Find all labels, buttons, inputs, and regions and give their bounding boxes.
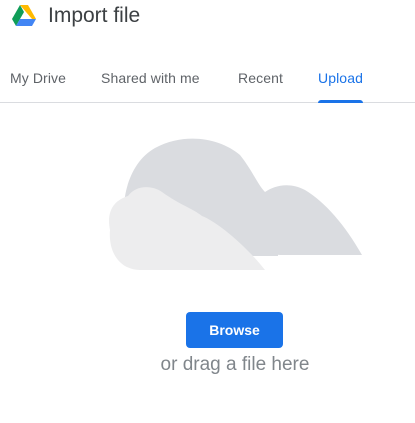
source-tabs: My Drive Shared with me Recent Upload <box>0 56 415 103</box>
tab-label: My Drive <box>10 70 67 86</box>
tab-label: Shared with me <box>101 70 200 86</box>
browse-button[interactable]: Browse <box>186 312 283 348</box>
tab-label: Upload <box>318 70 363 86</box>
google-drive-logo-icon <box>12 5 36 27</box>
tab-upload[interactable]: Upload <box>318 56 363 103</box>
tab-my-drive[interactable]: My Drive <box>10 56 66 102</box>
cloud-illustration-icon <box>100 130 365 275</box>
drag-file-hint: or drag a file here <box>160 354 310 375</box>
tab-shared-with-me[interactable]: Shared with me <box>101 56 200 102</box>
tab-label: Recent <box>238 70 283 86</box>
dialog-title: Import file <box>48 4 141 27</box>
active-tab-indicator <box>318 100 363 103</box>
tab-recent[interactable]: Recent <box>238 56 283 102</box>
dialog-header: Import file <box>0 0 415 40</box>
